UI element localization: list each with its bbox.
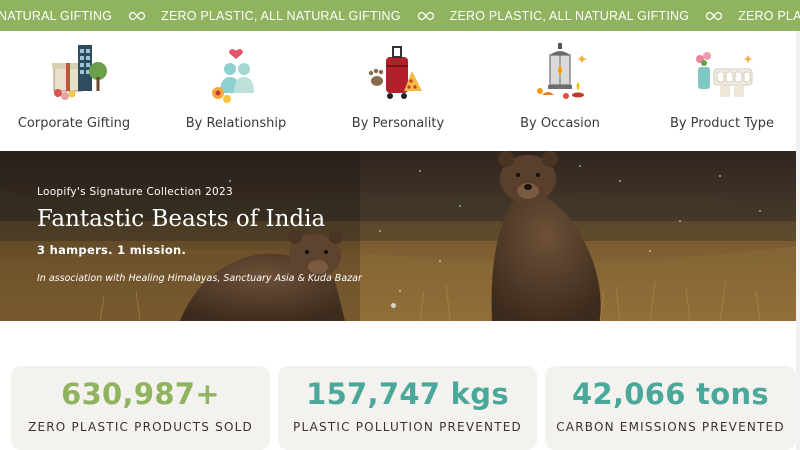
hero-banner[interactable]: Loopify's Signature Collection 2023 Fant… xyxy=(0,151,796,321)
marquee-item: NATURAL GIFTING xyxy=(0,9,161,23)
stat-value: 42,066 tons xyxy=(572,377,769,411)
stat-card-products: 630,987+ ZERO PLASTIC PRODUCTS SOLD xyxy=(11,366,270,450)
infinity-icon xyxy=(128,11,146,20)
stat-label: CARBON EMISSIONS PREVENTED xyxy=(556,420,785,434)
category-by-product-type[interactable]: By Product Type xyxy=(652,31,792,151)
marquee-text: ZERO PLASTIC, ALL NATURAL GIFTING xyxy=(738,8,800,23)
category-nav: Corporate Gifting By Relationship By Per… xyxy=(0,31,800,151)
category-by-occasion[interactable]: By Occasion xyxy=(490,31,630,151)
relationship-icon xyxy=(212,49,254,103)
stat-label: ZERO PLASTIC PRODUCTS SOLD xyxy=(28,420,253,434)
marquee-text: ZERO PLASTIC, ALL NATURAL GIFTING xyxy=(449,8,690,23)
stat-value: 630,987+ xyxy=(61,377,220,411)
category-label: By Relationship xyxy=(185,116,287,131)
stat-label: PLASTIC POLLUTION PREVENTED xyxy=(293,420,522,434)
marquee-item: ZERO PLASTIC, ALL NATURAL GIFTING xyxy=(738,9,800,23)
category-corporate-gifting[interactable]: Corporate Gifting xyxy=(0,31,148,151)
marquee-track: NATURAL GIFTING ZERO PLASTIC, ALL NATURA… xyxy=(0,0,800,31)
category-label: Corporate Gifting xyxy=(17,116,131,131)
stat-card-carbon: 42,066 tons CARBON EMISSIONS PREVENTED xyxy=(545,366,796,450)
infinity-icon xyxy=(706,11,723,20)
hero-eyebrow: Loopify's Signature Collection 2023 xyxy=(37,186,234,198)
announcement-marquee: NATURAL GIFTING ZERO PLASTIC, ALL NATURA… xyxy=(0,0,800,31)
marquee-text: NATURAL GIFTING xyxy=(0,8,113,23)
occasion-lantern-icon xyxy=(537,43,587,99)
carousel-dot[interactable] xyxy=(391,303,396,308)
marquee-text: ZERO PLASTIC, ALL NATURAL GIFTING xyxy=(161,8,401,23)
category-by-personality[interactable]: By Personality xyxy=(328,31,468,151)
hero-background-image xyxy=(0,151,796,321)
infinity-icon xyxy=(417,11,434,20)
category-label: By Product Type xyxy=(669,116,775,131)
marquee-item: ZERO PLASTIC, ALL NATURAL GIFTING xyxy=(161,9,450,23)
hero-title: Fantastic Beasts of India xyxy=(37,206,326,232)
personality-icon xyxy=(368,46,422,99)
marquee-item: ZERO PLASTIC, ALL NATURAL GIFTING xyxy=(450,9,739,23)
category-label: By Personality xyxy=(351,116,445,131)
hero-association: In association with Healing Himalayas, S… xyxy=(37,273,362,284)
page-scrollbar[interactable] xyxy=(796,31,800,450)
product-type-icon xyxy=(696,52,753,97)
corporate-gift-icon xyxy=(52,45,107,100)
hero-subtitle: 3 hampers. 1 mission. xyxy=(37,243,187,257)
stat-card-pollution: 157,747 kgs PLASTIC POLLUTION PREVENTED xyxy=(278,366,537,450)
category-by-relationship[interactable]: By Relationship xyxy=(166,31,306,151)
category-label: By Occasion xyxy=(520,116,600,131)
stat-value: 157,747 kgs xyxy=(306,377,509,411)
